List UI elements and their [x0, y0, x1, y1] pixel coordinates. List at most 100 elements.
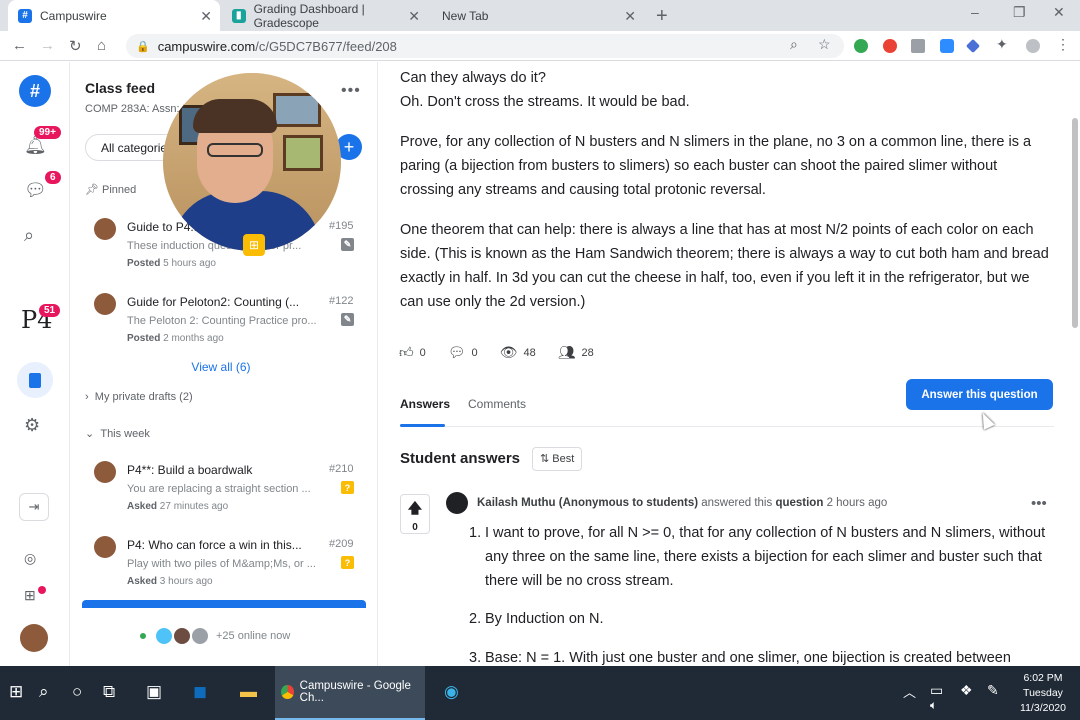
windows-start-icon[interactable]: ⊞: [9, 682, 23, 702]
thumbs-up-icon: 👍︎: [399, 344, 414, 360]
tab-answers[interactable]: Answers: [400, 397, 450, 411]
minimize-icon[interactable]: –: [971, 4, 979, 20]
search-icon[interactable]: ⌕: [39, 682, 49, 702]
page-scrollbar[interactable]: [1072, 118, 1078, 328]
post-avatar: [94, 461, 116, 483]
online-avatar: [190, 626, 210, 646]
tab-new[interactable]: New Tab ✕: [432, 0, 644, 31]
zoom-icon[interactable]: ⌕: [790, 36, 798, 53]
collapse-sidebar-icon[interactable]: ⇥: [19, 493, 49, 521]
task-view-icon[interactable]: ⧉: [103, 682, 115, 702]
tab-title: Grading Dashboard | Gradescope: [253, 1, 365, 30]
extension-check-icon[interactable]: [854, 39, 868, 53]
answer-author-avatar: [446, 492, 468, 514]
online-users[interactable]: +25 online now: [140, 626, 377, 646]
restore-icon[interactable]: ❐: [1013, 4, 1026, 21]
post-meta: Asked 3 hours ago: [127, 576, 213, 587]
active-tab-indicator: [400, 424, 445, 427]
extensions-puzzle-icon[interactable]: ✦: [996, 36, 1008, 53]
answer-header: Kailash Muthu (Anonymous to students) an…: [477, 497, 888, 509]
gear-icon[interactable]: ⚙: [24, 415, 40, 436]
close-window-icon[interactable]: ✕: [1053, 4, 1065, 21]
views-stat: 👁︎ 48: [499, 344, 536, 360]
globe-icon[interactable]: ◎: [24, 550, 36, 567]
chevron-down-icon: ⌄: [85, 428, 95, 440]
view-all-pinned-link[interactable]: View all (6): [70, 360, 372, 374]
home-icon[interactable]: ⌂: [97, 37, 106, 54]
question-stats: 👍︎ 0 💬︎ 0 👁︎ 48 👥︎ 28: [399, 344, 616, 361]
participants-stat: 👥︎ 28: [557, 344, 594, 360]
system-clock[interactable]: 6:02 PM Tuesday 11/3/2020: [1010, 671, 1076, 716]
campuswire-logo-icon[interactable]: #: [19, 75, 51, 107]
cortana-icon[interactable]: ○: [72, 682, 82, 702]
volume-icon[interactable]: 🔈︎: [930, 698, 937, 713]
post-preview: The Peloton 2: Counting Practice pro...: [127, 315, 317, 327]
extension-record-icon[interactable]: [883, 39, 897, 53]
close-tab-icon[interactable]: ✕: [200, 8, 212, 25]
bookmark-star-icon[interactable]: ☆: [818, 36, 831, 53]
tab-comments[interactable]: Comments: [468, 397, 526, 411]
close-tab-icon[interactable]: ✕: [408, 8, 420, 25]
back-icon[interactable]: ←: [12, 37, 27, 54]
more-options-icon[interactable]: •••: [341, 82, 361, 100]
file-explorer-icon[interactable]: ▬: [240, 682, 257, 702]
forward-icon[interactable]: →: [40, 37, 55, 54]
url-path: /c/G5DC7B677/feed/208: [255, 38, 397, 54]
extension-zoom-icon[interactable]: [940, 39, 954, 53]
extension-cap-icon[interactable]: [965, 38, 981, 54]
chevron-right-icon: ›: [85, 391, 89, 403]
online-avatar: [154, 626, 174, 646]
extension-mail-icon[interactable]: [911, 39, 925, 53]
gift-icon[interactable]: ⊞: [24, 587, 36, 604]
dropbox-icon[interactable]: ❖: [960, 682, 973, 699]
post-meta: Posted 5 hours ago: [127, 258, 216, 269]
answer-question-button[interactable]: Answer this question: [906, 379, 1053, 410]
answer-author[interactable]: Kailash Muthu (Anonymous to students): [477, 497, 698, 509]
online-dot-icon: [140, 633, 146, 639]
windows-taskbar: ⊞ ⌕ ○ ⧉ ▣ ◼ ▬ Campuswire - Google Ch... …: [0, 666, 1080, 720]
post-number: #209: [329, 538, 354, 550]
webcam-overlay: [163, 73, 341, 251]
browser-tab-strip: # Campuswire ✕ ▮ Grading Dashboard | Gra…: [0, 0, 1080, 31]
answer-options-icon[interactable]: •••: [1031, 495, 1047, 512]
gift-icon[interactable]: ⊞: [243, 234, 265, 256]
sort-button[interactable]: ⇅ Best: [532, 447, 583, 471]
taskbar-chrome-app[interactable]: Campuswire - Google Ch...: [275, 666, 425, 720]
profile-icon[interactable]: [1026, 39, 1040, 53]
address-bar[interactable]: 🔒 campuswire.com/c/G5DC7B677/feed/208: [126, 34, 844, 58]
upvote-control[interactable]: 🡅 0: [400, 494, 430, 534]
note-icon: ✎: [341, 238, 354, 251]
feed-blue-banner[interactable]: [82, 600, 366, 608]
feed-post[interactable]: P4**: Build a boardwalk #210 You are rep…: [70, 457, 377, 529]
post-avatar: [94, 536, 116, 558]
chrome-menu-icon[interactable]: ⋮: [1056, 36, 1070, 53]
chat-icon[interactable]: 💬︎: [24, 180, 47, 201]
pen-icon[interactable]: ✎: [987, 682, 999, 699]
eye-icon: 👁︎: [499, 344, 518, 360]
tab-campuswire[interactable]: # Campuswire ✕: [8, 0, 220, 31]
comment-icon: 💬︎: [447, 344, 466, 360]
post-avatar: [94, 218, 116, 240]
upvote-arrow-icon[interactable]: 🡅: [401, 498, 429, 522]
class-feed-icon[interactable]: [17, 362, 53, 398]
pinned-post[interactable]: Guide for Peloton2: Counting (... #122 T…: [70, 289, 377, 361]
feed-post[interactable]: P4: Who can force a win in this... #209 …: [70, 532, 377, 604]
outlook-icon[interactable]: ◼: [193, 682, 207, 702]
tab-gradescope[interactable]: ▮ Grading Dashboard | Gradescope ✕: [222, 0, 428, 31]
battery-icon[interactable]: ▭: [930, 682, 943, 699]
post-preview: Play with two piles of M&amp;Ms, or ...: [127, 558, 316, 570]
reload-icon[interactable]: ↻: [69, 37, 82, 55]
user-avatar[interactable]: [20, 624, 48, 652]
search-icon[interactable]: ⌕: [24, 225, 34, 246]
url-host: campuswire.com: [157, 38, 256, 54]
drafts-header[interactable]: › My private drafts (2): [85, 391, 193, 403]
lock-icon: 🔒: [136, 40, 150, 53]
this-week-header[interactable]: ⌄ This week: [85, 427, 150, 440]
like-stat[interactable]: 👍︎ 0: [399, 344, 426, 361]
app-icon[interactable]: ▣: [146, 682, 162, 702]
post-number: #122: [329, 295, 354, 307]
edge-icon[interactable]: ◉: [444, 682, 459, 702]
show-hidden-icons[interactable]: ︿: [903, 682, 916, 701]
close-tab-icon[interactable]: ✕: [624, 8, 636, 25]
new-tab-icon[interactable]: +: [656, 5, 668, 28]
